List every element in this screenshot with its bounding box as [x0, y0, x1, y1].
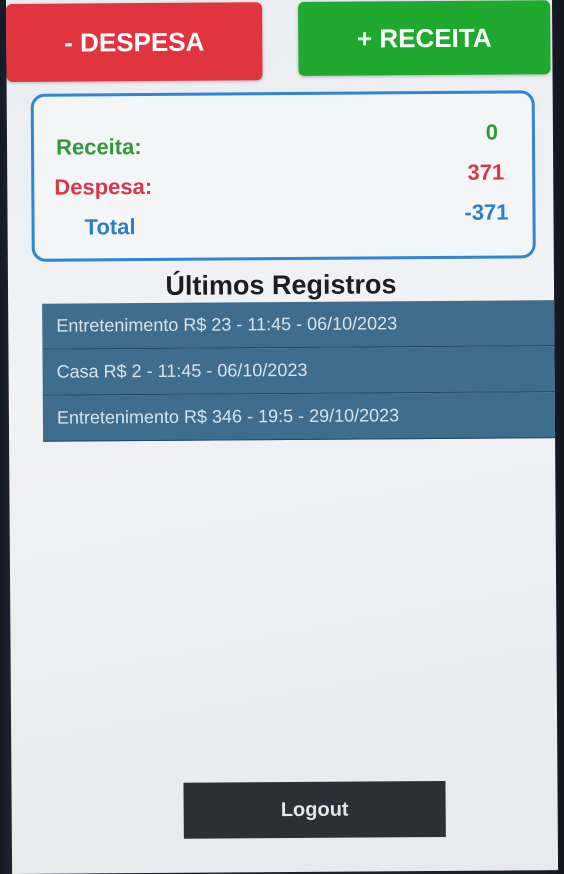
income-label: Receita:	[55, 134, 142, 160]
balance-summary-card: Receita: 0 Despesa: 371 Total -371	[30, 90, 536, 262]
total-value: -371	[464, 199, 509, 225]
recent-records-title: Últimos Registros	[165, 269, 397, 301]
total-label: Total	[84, 214, 136, 240]
expense-value: 371	[467, 159, 505, 185]
record-item[interactable]: Entretenimento R$ 23 - 11:45 - 06/10/202…	[42, 300, 555, 350]
record-item[interactable]: Casa R$ 2 - 11:45 - 06/10/2023	[42, 346, 555, 396]
add-expense-button[interactable]: - DESPESA	[6, 2, 263, 82]
logout-button[interactable]: Logout	[183, 780, 446, 839]
app-screen: - DESPESA + RECEITA Receita: 0 Despesa: …	[6, 0, 559, 874]
expense-label: Despesa:	[54, 173, 153, 200]
record-item[interactable]: Entretenimento R$ 346 - 19:5 - 29/10/202…	[42, 392, 556, 442]
add-income-button[interactable]: + RECEITA	[298, 0, 551, 76]
income-value: 0	[485, 119, 499, 145]
recent-records-list: Entretenimento R$ 23 - 11:45 - 06/10/202…	[42, 300, 556, 442]
